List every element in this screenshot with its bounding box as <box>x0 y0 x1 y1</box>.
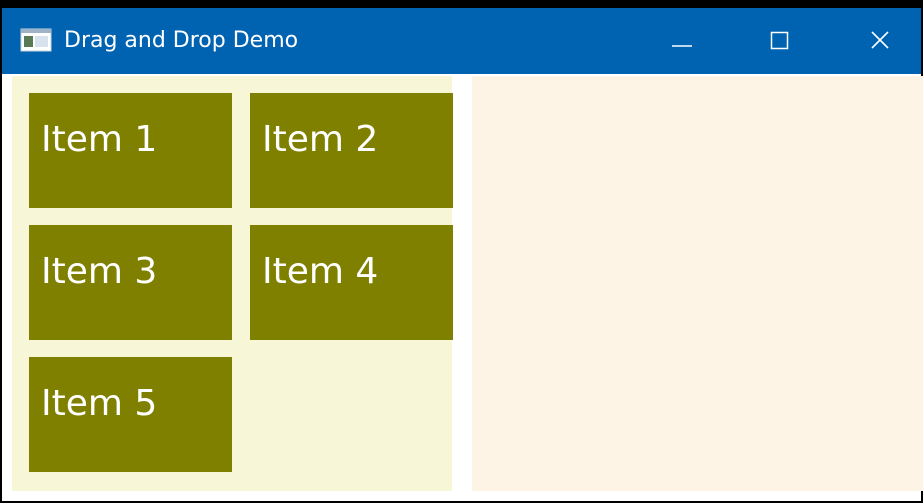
minimize-button[interactable] <box>628 8 728 74</box>
drag-item[interactable]: Item 4 <box>250 225 453 340</box>
app-window-icon <box>20 28 52 52</box>
drag-item[interactable]: Item 5 <box>29 357 232 472</box>
app-window: Drag and Drop Demo Item 1 Item 2 Item 3 … <box>0 0 923 503</box>
drag-item-label: Item 1 <box>41 119 158 160</box>
drag-item[interactable]: Item 2 <box>250 93 453 208</box>
drag-item-label: Item 4 <box>262 251 379 292</box>
drag-item-label: Item 5 <box>41 383 158 424</box>
drag-item[interactable]: Item 1 <box>29 93 232 208</box>
drag-item-label: Item 3 <box>41 251 158 292</box>
source-panel: Item 1 Item 2 Item 3 Item 4 Item 5 <box>12 76 453 491</box>
close-button[interactable] <box>828 8 921 74</box>
drag-item[interactable]: Item 3 <box>29 225 232 340</box>
title-bar[interactable]: Drag and Drop Demo <box>2 8 921 74</box>
drag-item-label: Item 2 <box>262 119 379 160</box>
drop-target-panel[interactable] <box>472 76 923 491</box>
window-title: Drag and Drop Demo <box>64 28 299 53</box>
maximize-button[interactable] <box>728 8 828 74</box>
